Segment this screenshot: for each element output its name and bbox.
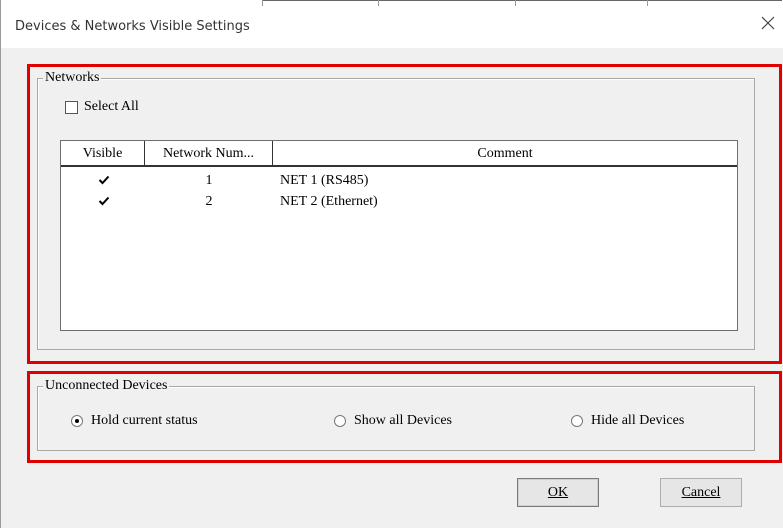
hide-all-devices-label: Hide all Devices (591, 413, 685, 428)
table-row[interactable]: 2 NET 2 (Ethernet) (61, 192, 737, 211)
window-left-edge (0, 48, 1, 528)
edge-tick (515, 0, 516, 6)
networks-table: Visible Network Num... Comment 1 NET 1 (… (60, 140, 738, 331)
network-comment: NET 2 (Ethernet) (280, 194, 378, 209)
visible-checkbox[interactable] (98, 174, 110, 191)
network-number: 1 (205, 173, 213, 188)
hold-current-status-radio[interactable] (71, 415, 83, 427)
unconnected-group-label: Unconnected Devices (43, 378, 170, 394)
column-header-network-number[interactable]: Network Num... (145, 141, 273, 165)
close-button[interactable] (753, 10, 783, 40)
column-header-comment[interactable]: Comment (273, 141, 737, 165)
show-all-devices-label: Show all Devices (354, 413, 452, 428)
window-title: Devices & Networks Visible Settings (15, 19, 250, 34)
title-bar: Devices & Networks Visible Settings (0, 0, 783, 48)
cancel-button[interactable]: Cancel (660, 478, 742, 507)
window-top-edge (262, 0, 782, 1)
hold-current-status-label: Hold current status (91, 413, 198, 428)
hide-all-devices-radio[interactable] (571, 415, 583, 427)
close-icon (761, 16, 775, 35)
networks-group-label: Networks (43, 70, 102, 86)
check-icon (98, 196, 110, 206)
edge-tick (262, 0, 263, 6)
edge-tick (378, 0, 379, 6)
radio-selected-dot (75, 419, 79, 423)
select-all-checkbox[interactable] (65, 101, 78, 114)
network-comment: NET 1 (RS485) (280, 173, 369, 188)
ok-button[interactable]: OK (517, 478, 599, 507)
network-number: 2 (205, 194, 213, 209)
edge-tick (647, 0, 648, 6)
show-all-devices-radio[interactable] (334, 415, 346, 427)
select-all-label: Select All (84, 99, 139, 114)
table-row[interactable]: 1 NET 1 (RS485) (61, 171, 737, 190)
check-icon (98, 175, 110, 185)
column-header-visible[interactable]: Visible (61, 141, 145, 165)
table-header: Visible Network Num... Comment (61, 141, 737, 167)
visible-checkbox[interactable] (98, 195, 110, 212)
